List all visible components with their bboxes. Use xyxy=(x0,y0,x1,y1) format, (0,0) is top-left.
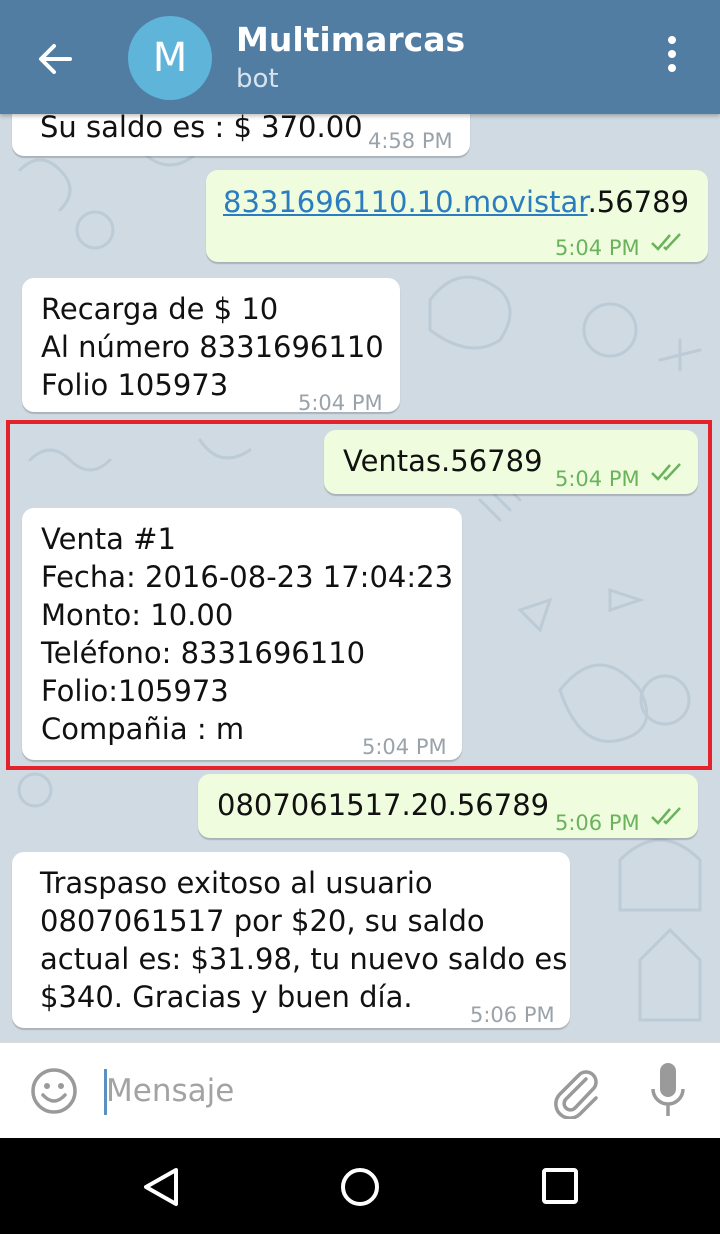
square-recents-icon[interactable] xyxy=(540,1166,580,1206)
message-text: 0807061517.20.56789 xyxy=(217,788,550,822)
system-nav-bar xyxy=(0,1138,720,1234)
message-input[interactable] xyxy=(106,1065,526,1117)
smiley-icon[interactable] xyxy=(30,1067,78,1115)
message-time: 5:04 PM xyxy=(555,236,640,260)
highlight-box xyxy=(6,420,712,770)
avatar[interactable]: M xyxy=(128,16,212,100)
arrow-left-icon[interactable] xyxy=(30,34,80,84)
message-text: 8331696110.10.movistar.56789 xyxy=(223,185,690,219)
triangle-back-icon[interactable] xyxy=(140,1166,184,1208)
message-composer xyxy=(0,1042,720,1138)
message-time: 5:06 PM xyxy=(470,1003,555,1027)
paperclip-icon[interactable] xyxy=(548,1063,604,1119)
message-link[interactable]: 8331696110.10.movistar xyxy=(223,185,588,219)
chat-subtitle: bot xyxy=(236,64,279,94)
microphone-icon[interactable] xyxy=(648,1061,688,1121)
message-text: Traspaso exitoso al usuario 0807061517 p… xyxy=(40,866,568,1014)
message-time: 5:06 PM xyxy=(555,811,640,835)
circle-home-icon[interactable] xyxy=(339,1166,381,1208)
message-incoming[interactable]: Recarga de $ 10 Al número 8331696110 Fol… xyxy=(22,278,400,415)
message-outgoing[interactable]: 0807061517.20.56789 5:06 PM xyxy=(198,774,698,838)
message-time: 4:58 PM xyxy=(368,129,453,153)
double-check-icon xyxy=(651,807,681,825)
message-time: 5:04 PM xyxy=(298,391,383,415)
message-incoming[interactable]: Traspaso exitoso al usuario 0807061517 p… xyxy=(12,852,570,1028)
more-vertical-icon[interactable] xyxy=(660,36,684,80)
chat-area[interactable]: Su saldo es : $ 370.00 4:58 PM 833169611… xyxy=(0,0,720,1042)
double-check-icon xyxy=(651,233,681,251)
message-outgoing[interactable]: 8331696110.10.movistar.56789 5:04 PM xyxy=(206,170,708,262)
chat-title[interactable]: Multimarcas xyxy=(236,20,465,59)
chat-header: M Multimarcas bot xyxy=(0,0,720,114)
